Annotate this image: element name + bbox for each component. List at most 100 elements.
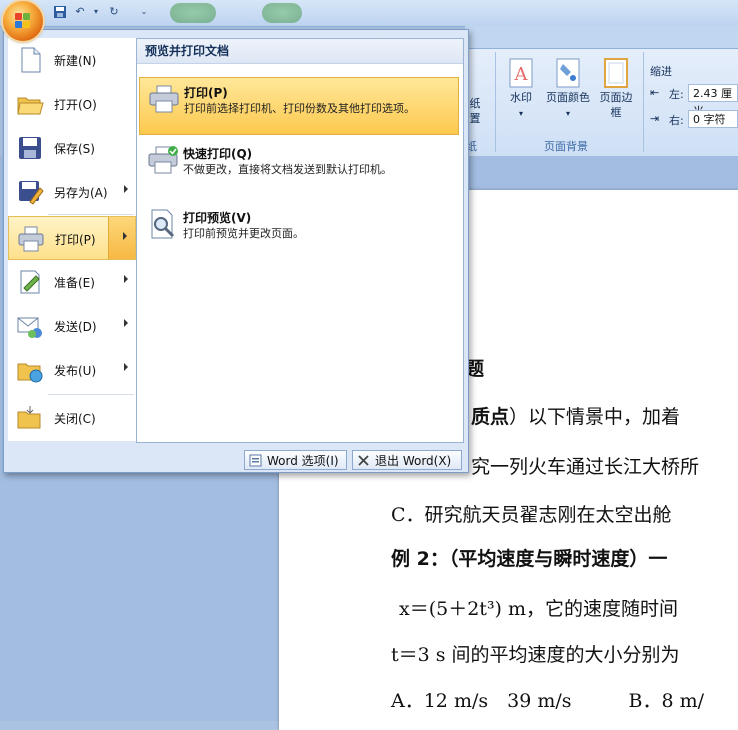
- submenu-item-desc: 打印前选择打印机、打印份数及其他打印选项。: [184, 102, 415, 115]
- doc-text: ）以下情景中，加着: [509, 406, 681, 428]
- chevron-down-icon[interactable]: ▾: [88, 5, 104, 19]
- save-icon[interactable]: [52, 5, 68, 19]
- office-menu-commands: 新建(N) 打开(O) 保存(S) 另存为(A) 打印(P) 准备(E) 发送(…: [8, 38, 137, 441]
- page-border-icon: [604, 58, 628, 88]
- submenu-arrow-icon: [123, 232, 127, 240]
- indent-left-label: 左:: [669, 88, 684, 101]
- menu-item-label: 另存为(A): [54, 186, 108, 200]
- submenu-item-print-preview[interactable]: 打印预览(V) 打印前预览并更改页面。: [139, 203, 459, 253]
- partial-ribbon-label: 纸: [469, 97, 481, 110]
- ribbon-tab-strip: [465, 26, 738, 49]
- options-icon: [249, 454, 262, 467]
- close-icon: [358, 455, 369, 466]
- watermark-icon: A: [509, 58, 533, 88]
- menu-item-label: 保存(S): [54, 142, 95, 156]
- menu-item-save[interactable]: 保存(S): [8, 126, 136, 170]
- indent-label: 缩进: [650, 65, 672, 78]
- undo-icon[interactable]: ↶: [72, 5, 88, 19]
- new-document-icon: [21, 47, 41, 73]
- submenu-title: 预览并打印文档: [137, 39, 463, 64]
- office-menu: 新建(N) 打开(O) 保存(S) 另存为(A) 打印(P) 准备(E) 发送(…: [3, 29, 469, 473]
- doc-bold-text: 例 2: [391, 548, 430, 570]
- menu-item-save-as[interactable]: 另存为(A): [8, 170, 136, 214]
- close-folder-icon: [17, 406, 41, 429]
- ribbon-separator: [643, 52, 644, 152]
- menu-item-send[interactable]: 发送(D): [8, 304, 136, 348]
- print-preview-icon: [151, 209, 175, 239]
- doc-line: x＝(5＋2t³) m，它的速度随时间: [399, 598, 679, 620]
- indent-right-field[interactable]: 0 字符: [688, 110, 738, 128]
- menu-item-label: 新建(N): [54, 54, 97, 68]
- submenu-arrow-icon: [124, 275, 128, 283]
- word-options-button[interactable]: Word 选项(I): [244, 450, 347, 470]
- quick-access-toolbar: ↶ ▾ ↻ ⌄: [0, 0, 738, 27]
- page-color-label: 页面颜色: [546, 91, 590, 104]
- save-as-icon: [19, 181, 44, 205]
- chevron-down-icon: ▾: [518, 109, 523, 118]
- submenu-arrow-icon: [124, 363, 128, 371]
- background-blur: [170, 3, 216, 23]
- redo-icon[interactable]: ↻: [106, 5, 122, 19]
- office-logo-icon: [15, 13, 31, 29]
- doc-bold-text: 质点: [471, 406, 510, 428]
- submenu-item-desc: 不做更改，直接将文档发送到默认打印机。: [183, 163, 392, 176]
- send-icon: [17, 317, 42, 338]
- indent-left-icon: ⇤: [650, 86, 660, 99]
- indent-left-field[interactable]: 2.43 厘米: [688, 84, 738, 118]
- watermark-label: 水印: [510, 91, 532, 104]
- background-blur: [262, 3, 302, 23]
- prepare-icon: [20, 270, 40, 294]
- menu-divider: [48, 214, 134, 215]
- doc-line: 例 2：（平均速度与瞬时速度）一: [391, 544, 667, 571]
- menu-item-label: 关闭(C): [54, 412, 96, 426]
- partial-ribbon-label: 置: [469, 112, 481, 125]
- menu-item-print[interactable]: 打印(P): [8, 216, 136, 260]
- customize-qat-icon[interactable]: ⌄: [136, 5, 152, 19]
- menu-item-prepare[interactable]: 准备(E): [8, 260, 136, 304]
- svg-text:A: A: [514, 64, 529, 85]
- doc-line: 究一列火车通过长江大桥所: [471, 456, 700, 478]
- doc-line: t＝3 s 间的平均速度的大小分别为: [391, 644, 680, 666]
- publish-icon: [17, 363, 43, 383]
- word-options-label: Word 选项(I): [267, 454, 339, 468]
- indent-right-label: 右:: [669, 114, 684, 127]
- page-border-button[interactable]: 页面边框: [598, 58, 634, 120]
- exit-word-label: 退出 Word(X): [375, 454, 452, 468]
- exit-word-button[interactable]: 退出 Word(X): [352, 450, 462, 470]
- submenu-arrow-icon: [124, 185, 128, 193]
- printer-icon: [149, 85, 179, 113]
- open-folder-icon: [17, 97, 44, 115]
- save-floppy-icon: [19, 137, 41, 159]
- submenu-item-title: 打印预览(V): [183, 211, 252, 225]
- print-submenu: 预览并打印文档 打印(P) 打印前选择打印机、打印份数及其他打印选项。 快速打印…: [136, 38, 464, 443]
- page-color-icon: [556, 58, 580, 88]
- doc-line: A．12 m/s 39 m/s B．8 m/: [391, 690, 704, 712]
- menu-item-publish[interactable]: 发布(U): [8, 348, 136, 392]
- printer-icon: [18, 226, 44, 252]
- submenu-arrow-icon: [124, 319, 128, 327]
- submenu-item-quick-print[interactable]: 快速打印(Q) 不做更改，直接将文档发送到默认打印机。: [139, 139, 459, 189]
- submenu-item-desc: 打印前预览并更改页面。: [183, 227, 304, 240]
- page-background-group-label: 页面背景: [544, 140, 588, 153]
- submenu-item-title: 快速打印(Q): [183, 147, 253, 161]
- submenu-arrow-area[interactable]: [108, 217, 135, 259]
- menu-divider: [48, 394, 134, 395]
- page-color-button[interactable]: 页面颜色 ▾: [541, 58, 595, 121]
- quick-print-icon: [148, 146, 178, 174]
- watermark-button[interactable]: A 水印 ▾: [502, 58, 540, 121]
- menu-item-new[interactable]: 新建(N): [8, 38, 136, 82]
- office-button[interactable]: [3, 1, 43, 41]
- doc-line: 质点）以下情景中，加着: [471, 402, 680, 429]
- submenu-item-print[interactable]: 打印(P) 打印前选择打印机、打印份数及其他打印选项。: [139, 77, 459, 135]
- menu-item-label: 发布(U): [54, 364, 97, 378]
- menu-item-label: 打开(O): [54, 98, 97, 112]
- chevron-down-icon: ▾: [565, 109, 570, 118]
- ribbon-separator: [495, 52, 496, 152]
- menu-item-close[interactable]: 关闭(C): [8, 396, 136, 440]
- menu-item-open[interactable]: 打开(O): [8, 82, 136, 126]
- indent-right-icon: ⇥: [650, 112, 660, 125]
- doc-bold-text: ：（平均速度与瞬时速度）一: [429, 548, 668, 570]
- menu-item-label: 准备(E): [54, 276, 95, 290]
- doc-line: C．研究航天员翟志刚在太空出舱: [391, 504, 672, 526]
- submenu-item-title: 打印(P): [184, 86, 228, 100]
